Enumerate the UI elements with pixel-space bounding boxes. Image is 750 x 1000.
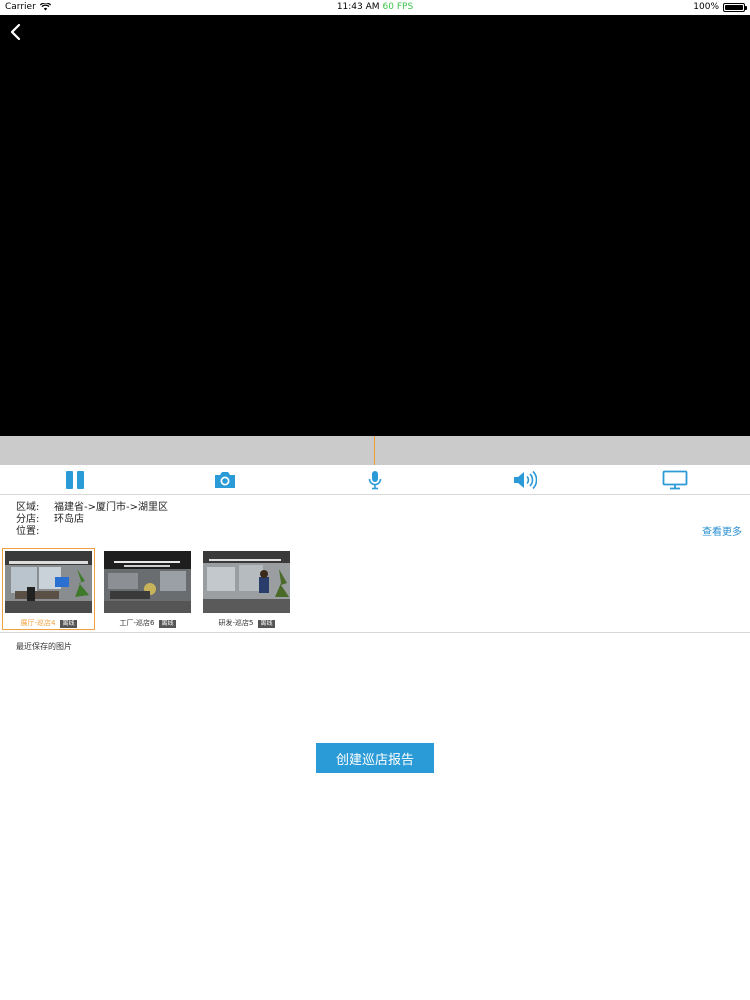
region-value: 福建省->厦门市->湖里区: [54, 502, 168, 513]
pause-button[interactable]: [0, 465, 150, 494]
status-badge: 离线: [159, 620, 176, 628]
store-row: 分店: 环岛店: [16, 514, 168, 526]
speaker-icon: [514, 470, 537, 489]
location-row: 位置:: [16, 526, 168, 538]
fullscreen-button[interactable]: [600, 465, 750, 494]
monitor-icon: [662, 470, 688, 489]
camera-item[interactable]: 展厅-巡店4 离线: [2, 548, 95, 630]
fps-counter: 60 FPS: [382, 2, 414, 12]
chevron-left-icon: [10, 23, 21, 41]
section-divider: [0, 632, 750, 633]
status-badge: 离线: [60, 620, 77, 628]
speaker-button[interactable]: [450, 465, 600, 494]
clock: 11:43 AM: [336, 2, 380, 12]
microphone-button[interactable]: [300, 465, 450, 494]
battery-percent: 100%: [693, 2, 719, 12]
timeline-cursor[interactable]: [374, 436, 375, 465]
camera-list: 展厅-巡店4 离线 工厂-巡店6 离线 研发-巡店5 离线: [2, 548, 293, 630]
camera-thumbnail: [203, 551, 290, 613]
video-player[interactable]: [0, 15, 750, 436]
store-value: 环岛店: [54, 514, 84, 525]
create-report-button[interactable]: 创建巡店报告: [316, 743, 434, 773]
camera-name: 研发-巡店5: [218, 619, 254, 627]
camera-item[interactable]: 工厂-巡店6 离线: [101, 548, 194, 630]
back-button[interactable]: [6, 21, 28, 43]
playback-timeline[interactable]: [0, 436, 750, 465]
status-bar: Carrier 11:43 AM 60 FPS 100%: [0, 0, 750, 15]
camera-name: 工厂-巡店6: [119, 619, 155, 627]
region-row: 区域: 福建省->厦门市->湖里区: [16, 502, 168, 514]
snapshot-button[interactable]: [150, 465, 300, 494]
region-key: 区域:: [16, 502, 40, 513]
location-key: 位置:: [16, 526, 40, 537]
control-bar: [0, 465, 750, 495]
camera-item[interactable]: 研发-巡店5 离线: [200, 548, 293, 630]
camera-icon: [215, 471, 235, 488]
battery-icon: [723, 2, 747, 12]
recent-images-label: 最近保存的图片: [16, 642, 72, 651]
camera-name: 展厅-巡店4: [20, 619, 56, 627]
see-more-link[interactable]: 查看更多: [702, 523, 742, 538]
microphone-icon: [368, 470, 382, 489]
camera-thumbnail: [104, 551, 191, 613]
camera-thumbnail: [5, 551, 92, 613]
store-key: 分店:: [16, 514, 40, 525]
status-badge: 离线: [258, 620, 275, 628]
store-info: 区域: 福建省->厦门市->湖里区 分店: 环岛店 位置:: [16, 502, 168, 538]
pause-icon: [66, 470, 84, 489]
